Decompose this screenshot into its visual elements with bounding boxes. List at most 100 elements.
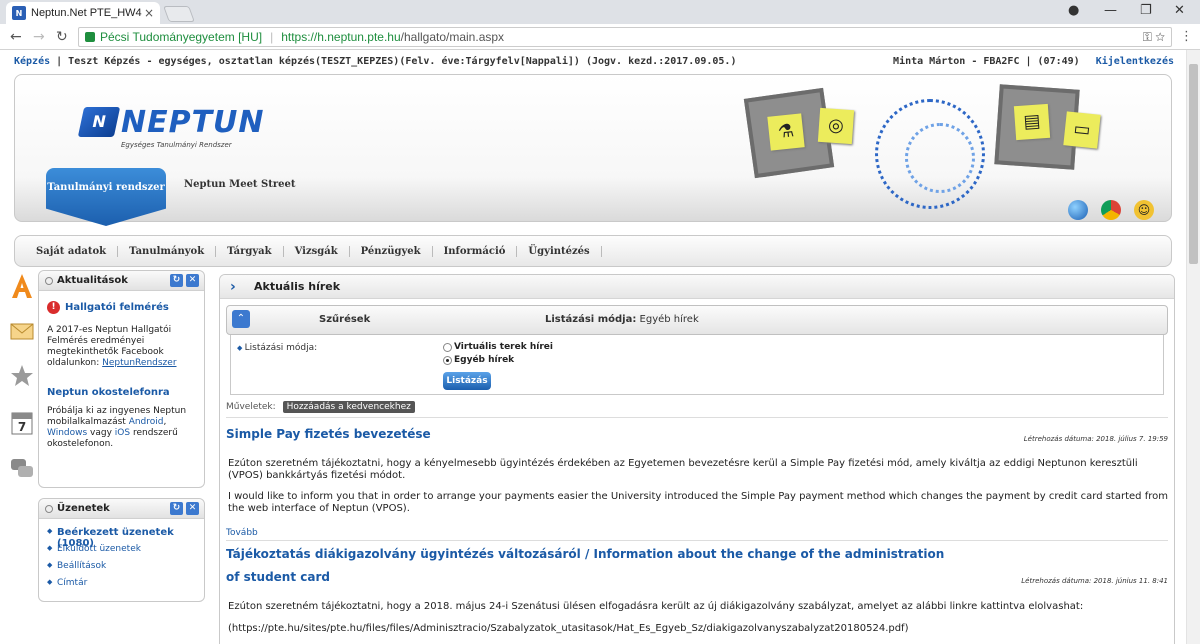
- article-2-para-1: Ezúton szeretném tájékoztatni, hogy a 20…: [228, 601, 1084, 612]
- inbox-link[interactable]: Beérkezett üzenetek (1080): [41, 527, 201, 549]
- windows-link[interactable]: Windows: [47, 428, 87, 438]
- facebook-link[interactable]: NeptunRendszer: [102, 358, 176, 368]
- radio-button-selected[interactable]: [443, 355, 452, 365]
- menu-vizsgak[interactable]: Vizsgák: [284, 245, 350, 257]
- neptun-favicon-icon: N: [12, 6, 26, 20]
- content-header: › Aktuális hírek: [220, 275, 1174, 299]
- article-1-title[interactable]: Simple Pay fizetés bevezetése: [226, 427, 431, 441]
- divider: [226, 417, 1168, 418]
- swirl-decoration-inner: [905, 123, 975, 193]
- collapse-filter-button[interactable]: ⌃: [232, 310, 250, 328]
- favorites-star-icon[interactable]: [10, 364, 34, 390]
- article-1-date: Létrehozás dátuma: 2018. július 7. 19:59: [1023, 435, 1168, 443]
- globe-icon[interactable]: [1068, 200, 1088, 220]
- close-window-icon[interactable]: ✕: [1174, 3, 1185, 18]
- list-button[interactable]: Listázás: [443, 372, 491, 390]
- radio-button[interactable]: [443, 342, 452, 352]
- logout-link[interactable]: Kijelentkezés: [1096, 56, 1174, 67]
- close-icon[interactable]: ✕: [186, 502, 199, 515]
- news-content-panel: › Aktuális hírek ⌃ Szűrések Listázási mó…: [219, 274, 1175, 644]
- ios-link[interactable]: iOS: [115, 428, 130, 438]
- radio-other-news-label: Egyéb hírek: [454, 355, 515, 365]
- filter-mode-value: Egyéb hírek: [636, 314, 699, 325]
- close-icon[interactable]: ✕: [186, 274, 199, 287]
- page-scrollbar[interactable]: [1186, 50, 1200, 644]
- messages-box-header: Üzenetek ↻ ✕: [39, 499, 204, 519]
- lock-icon: [85, 32, 95, 42]
- article-2-title-line-2[interactable]: of student card: [226, 570, 330, 584]
- browser-menu-icon[interactable]: ⋮: [1180, 29, 1193, 44]
- accessibility-icon[interactable]: ☺: [1134, 200, 1154, 220]
- minimize-icon[interactable]: —: [1104, 3, 1117, 18]
- messages-envelope-icon[interactable]: [10, 318, 34, 344]
- secure-label: Pécsi Tudományegyetem [HU]: [100, 30, 263, 44]
- calendar-icon[interactable]: 7: [10, 410, 34, 436]
- alert-icon: !: [47, 301, 60, 314]
- menu-sajat-adatok[interactable]: Saját adatok: [25, 245, 119, 257]
- box-bullet-icon: [45, 505, 53, 513]
- messages-box: Üzenetek ↻ ✕ Beérkezett üzenetek (1080) …: [38, 498, 205, 602]
- news-box-header: Aktualitások ↻ ✕: [39, 271, 204, 291]
- article-1-para-2: I would like to inform you that in order…: [228, 491, 1168, 514]
- radio-other-news[interactable]: Egyéb hírek: [443, 355, 514, 365]
- browser-tab-bar: N Neptun.Net PTE_HW4 × ● — ❐ ✕: [0, 0, 1200, 24]
- radio-virtual-spaces[interactable]: Virtuális terek hírei: [443, 342, 553, 352]
- directory-link[interactable]: Címtár: [41, 578, 201, 595]
- comma: ,: [163, 417, 167, 427]
- logo-mark-icon: N: [77, 107, 121, 137]
- tab-meet-street[interactable]: Neptun Meet Street: [184, 179, 295, 190]
- tab-title: Neptun.Net PTE_HW4: [31, 7, 142, 19]
- news-box-title: Aktualitások: [57, 275, 128, 286]
- header-banner: N NEPTUN Egységes Tanulmányi Rendszer ⚗ …: [14, 74, 1172, 222]
- android-link[interactable]: Android: [129, 417, 164, 427]
- news-item-1-title[interactable]: Hallgatói felmérés: [65, 302, 169, 313]
- url-separator: |: [270, 30, 274, 44]
- sent-messages-link[interactable]: Elküldött üzenetek: [41, 544, 201, 561]
- browser-icon[interactable]: [1101, 200, 1121, 220]
- article-2-title-line-1[interactable]: Tájékoztatás diákigazolvány ügyintézés v…: [226, 547, 944, 561]
- operations-label: Műveletek:: [226, 402, 276, 412]
- filter-mode-summary: Listázási módja: Egyéb hírek: [545, 314, 699, 325]
- globe-note-icon: ◎: [817, 107, 855, 145]
- logo-subtitle: Egységes Tanulmányi Rendszer: [121, 141, 232, 149]
- maximize-icon[interactable]: ❐: [1140, 3, 1152, 18]
- key-star-icons[interactable]: ⚿ ☆: [1143, 30, 1165, 45]
- menu-targyak[interactable]: Tárgyak: [216, 245, 284, 257]
- read-more-link[interactable]: Tovább: [226, 528, 258, 538]
- info-bar: Képzés | Teszt Képzés - egységes, osztat…: [14, 56, 1174, 72]
- training-link[interactable]: Képzés: [14, 56, 50, 67]
- back-icon[interactable]: ←: [10, 29, 22, 45]
- url-input[interactable]: Pécsi Tudományegyetem [HU] | https://h.n…: [78, 27, 1172, 47]
- refresh-icon[interactable]: ↻: [170, 502, 183, 515]
- tab-close-icon[interactable]: ×: [144, 6, 154, 20]
- books-note-icon: ▤: [1013, 103, 1051, 141]
- profile-icon[interactable]: ●: [1068, 3, 1079, 18]
- news-item-1-body: A 2017-es Neptun Hallgatói Felmérés ered…: [47, 325, 197, 369]
- font-size-icon[interactable]: [10, 272, 34, 298]
- logo-text: NEPTUN: [121, 105, 265, 140]
- menu-tanulmanyok[interactable]: Tanulmányok: [118, 245, 217, 257]
- messages-list: Beérkezett üzenetek (1080) Elküldött üze…: [41, 527, 201, 595]
- add-to-favorites-button[interactable]: Hozzáadás a kedvencekhez: [282, 401, 415, 413]
- news-box: Aktualitások ↻ ✕ ! Hallgatói felmérés A …: [38, 270, 205, 488]
- new-tab-button[interactable]: [163, 6, 195, 22]
- scroll-thumb[interactable]: [1189, 64, 1198, 264]
- menu-penzugyek[interactable]: Pénzügyek: [350, 245, 433, 257]
- browser-tab[interactable]: N Neptun.Net PTE_HW4 ×: [6, 2, 160, 24]
- box-bullet-icon: [45, 277, 53, 285]
- messages-box-title: Üzenetek: [57, 503, 110, 514]
- divider: [226, 540, 1168, 541]
- forward-icon[interactable]: →: [33, 29, 45, 45]
- reload-icon[interactable]: ↻: [56, 29, 68, 45]
- settings-link[interactable]: Beállítások: [41, 561, 201, 578]
- radio-virtual-spaces-label: Virtuális terek hírei: [454, 342, 553, 352]
- news-item-2-title[interactable]: Neptun okostelefonra: [47, 387, 170, 398]
- chevron-right-icon: ›: [230, 279, 236, 295]
- menu-informacio[interactable]: Információ: [433, 245, 518, 257]
- banner-decoration: ⚗ ◎ ▤ ▭: [725, 79, 1165, 219]
- forum-chat-icon[interactable]: [10, 456, 34, 482]
- refresh-icon[interactable]: ↻: [170, 274, 183, 287]
- menu-ugyintezes[interactable]: Ügyintézés: [517, 245, 602, 257]
- article-1-para-1: Ezúton szeretném tájékoztatni, hogy a ké…: [228, 458, 1138, 481]
- or-text: vagy: [87, 428, 115, 438]
